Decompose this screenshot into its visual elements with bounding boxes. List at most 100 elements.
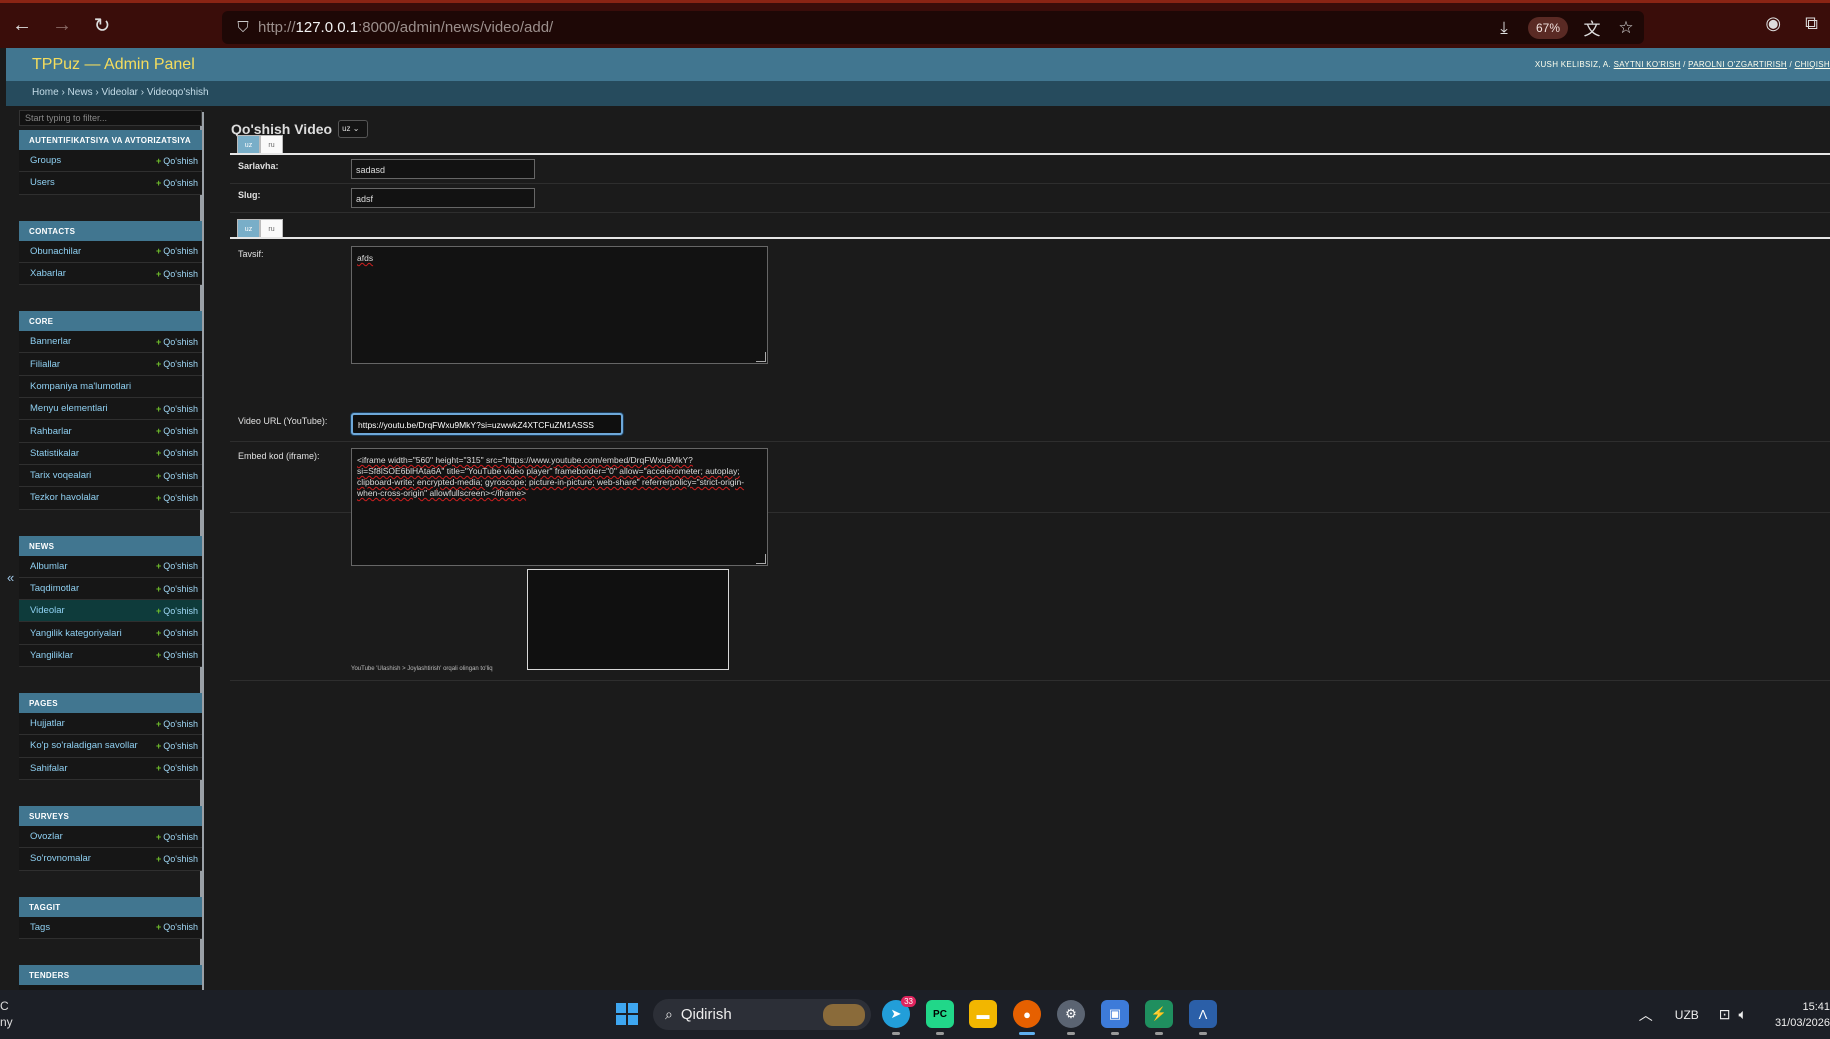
language-select[interactable]: uz ⌄	[338, 120, 369, 138]
add-link[interactable]: +Qo'shish	[156, 471, 198, 481]
sidebar-item-link[interactable]: So'rovnomalar	[30, 853, 91, 864]
telegram-icon[interactable]: ➤ 33	[882, 996, 916, 1035]
weather-widget[interactable]: C ny	[0, 998, 13, 1030]
add-link[interactable]: +Qo'shish	[156, 269, 198, 279]
download-icon[interactable]: ⤓	[1494, 18, 1514, 38]
logout-link[interactable]: CHIQISH	[1795, 60, 1830, 69]
add-link[interactable]: +Qo'shish	[156, 493, 198, 503]
add-link[interactable]: +Qo'shish	[156, 606, 198, 616]
sidebar-item-link[interactable]: Yangiliklar	[30, 650, 73, 661]
sidebar-item-link[interactable]: Yangilik kategoriyalari	[30, 628, 122, 639]
sidebar-item-link[interactable]: Users	[30, 177, 55, 188]
sidebar-item-link[interactable]: Filiallar	[30, 359, 60, 370]
sidebar-item-link[interactable]: Obunachilar	[30, 246, 81, 257]
change-password-link[interactable]: PAROLNI O'ZGARTIRISH	[1688, 60, 1787, 69]
chevron-up-icon[interactable]: ︿	[1639, 1005, 1653, 1025]
module-caption[interactable]: CONTACTS	[19, 220, 202, 241]
module-caption[interactable]: CORE	[19, 311, 202, 332]
extensions-icon[interactable]: ⧉	[1805, 13, 1818, 34]
windows-start-icon[interactable]	[616, 1003, 638, 1025]
url-text[interactable]: http://127.0.0.1:8000/admin/news/video/a…	[258, 19, 553, 36]
account-icon[interactable]: ◉	[1765, 13, 1781, 34]
app-bolt-icon[interactable]: ⚡	[1145, 1000, 1173, 1035]
view-site-link[interactable]: SAYTNI KO'RISH	[1614, 60, 1681, 69]
keyboard-language[interactable]: UZB	[1675, 1008, 1699, 1022]
bookmark-star-icon[interactable]: ☆	[1616, 18, 1636, 38]
video-url-input[interactable]: https://youtu.be/DrqFWxu9MkY?si=uzwwkZ4X…	[351, 413, 623, 435]
add-link[interactable]: +Qo'shish	[156, 741, 198, 751]
sidebar-item-link[interactable]: Albumlar	[30, 561, 68, 572]
sidebar-item-link[interactable]: Groups	[30, 155, 61, 166]
sidebar-item-link[interactable]: Tarix voqealari	[30, 470, 91, 481]
sidebar-item-link[interactable]: Statistikalar	[30, 448, 79, 459]
sidebar-item-link[interactable]: Bannerlar	[30, 336, 71, 347]
module-caption[interactable]: NEWS	[19, 535, 202, 556]
breadcrumb[interactable]: Home › News › Videolar › Videoqo'shish	[6, 81, 1830, 106]
add-link[interactable]: +Qo'shish	[156, 246, 198, 256]
tab-uz[interactable]: uz	[237, 219, 260, 239]
app-a-icon[interactable]: Λ	[1189, 1000, 1217, 1035]
tab-uz[interactable]: uz	[237, 135, 260, 155]
add-link[interactable]: +Qo'shish	[156, 337, 198, 347]
address-bar[interactable]: ⛉ http://127.0.0.1:8000/admin/news/video…	[222, 11, 1644, 44]
sidebar-item-link[interactable]: Ko'p so'raladigan savollar	[30, 740, 138, 751]
module-caption[interactable]: PAGES	[19, 693, 202, 714]
add-link[interactable]: +Qo'shish	[156, 854, 198, 864]
sidebar-item-link[interactable]: Videolar	[30, 605, 65, 616]
sidebar-item-link[interactable]: Taqdimotlar	[30, 583, 79, 594]
sidebar-item-link[interactable]: Sahifalar	[30, 763, 68, 774]
add-link[interactable]: +Qo'shish	[156, 650, 198, 660]
tab-ru[interactable]: ru	[260, 219, 283, 239]
sidebar-item-link[interactable]: Menyu elementlari	[30, 403, 108, 414]
module-caption[interactable]: AUTENTIFIKATSIYA VA AVTORIZATSIYA	[19, 130, 202, 150]
resize-handle-icon[interactable]	[756, 554, 766, 564]
add-link[interactable]: +Qo'shish	[156, 448, 198, 458]
add-link[interactable]: +Qo'shish	[156, 628, 198, 638]
sidebar-collapse-icon[interactable]: «	[7, 570, 14, 585]
sidebar-item-link[interactable]: Xabarlar	[30, 268, 66, 279]
tab-ru[interactable]: ru	[260, 135, 283, 155]
module-caption[interactable]: TAGGIT	[19, 896, 202, 917]
site-title[interactable]: TPPuz — Admin Panel	[32, 56, 195, 74]
nav-filter-input[interactable]: Start typing to filter...	[19, 110, 202, 126]
reload-icon[interactable]: ↻	[84, 8, 120, 44]
add-link[interactable]: +Qo'shish	[156, 719, 198, 729]
add-link[interactable]: +Qo'shish	[156, 584, 198, 594]
site-info-icon[interactable]: ⛉	[228, 19, 258, 36]
add-link[interactable]: +Qo'shish	[156, 359, 198, 369]
firefox-icon[interactable]: ●	[1013, 1000, 1041, 1035]
slug-input[interactable]: adsf	[351, 188, 535, 208]
clock[interactable]: 15:41 31/03/2026	[1775, 999, 1830, 1031]
add-link[interactable]: +Qo'shish	[156, 156, 198, 166]
sarlavha-input[interactable]: sadasd	[351, 159, 535, 179]
add-link[interactable]: +Qo'shish	[156, 178, 198, 188]
translate-icon[interactable]: 文	[1582, 15, 1602, 40]
add-link[interactable]: +Qo'shish	[156, 832, 198, 842]
add-link[interactable]: +Qo'shish	[156, 561, 198, 571]
sidebar-item-link[interactable]: Tezkor havolalar	[30, 492, 99, 503]
volume-icon[interactable]: 🔈︎	[1739, 1006, 1747, 1023]
add-link[interactable]: +Qo'shish	[156, 922, 198, 932]
resize-handle-icon[interactable]	[756, 352, 766, 362]
sidebar-item-link[interactable]: Rahbarlar	[30, 426, 72, 437]
add-link[interactable]: +Qo'shish	[156, 763, 198, 773]
sidebar-item-link[interactable]: Tags	[30, 922, 50, 933]
add-link[interactable]: +Qo'shish	[156, 404, 198, 414]
add-link[interactable]: +Qo'shish	[156, 426, 198, 436]
module-caption[interactable]: SURVEYS	[19, 805, 202, 826]
remote-desktop-icon[interactable]: ▣	[1101, 1000, 1129, 1035]
sidebar-item-link[interactable]: Kompaniya ma'lumotlari	[30, 381, 131, 392]
forward-icon[interactable]: →	[44, 8, 80, 44]
tavsif-textarea[interactable]: afds	[351, 246, 768, 364]
embed-textarea[interactable]: <iframe width="560" height="315" src="ht…	[351, 448, 768, 566]
sidebar-item-link[interactable]: Hujjatlar	[30, 718, 65, 729]
sidebar-item-link[interactable]: Ovozlar	[30, 831, 63, 842]
back-icon[interactable]: ←	[4, 8, 40, 44]
module-caption[interactable]: TENDERS	[19, 964, 202, 985]
settings-gear-icon[interactable]: ⚙	[1057, 1000, 1085, 1035]
network-icon[interactable]: ⊡	[1719, 1006, 1731, 1023]
taskbar-search[interactable]: ⌕ Qidirish	[653, 999, 871, 1030]
file-explorer-icon[interactable]: ▬	[969, 1000, 997, 1028]
zoom-level-badge[interactable]: 67%	[1527, 16, 1568, 39]
pycharm-icon[interactable]: PC	[926, 1000, 954, 1035]
